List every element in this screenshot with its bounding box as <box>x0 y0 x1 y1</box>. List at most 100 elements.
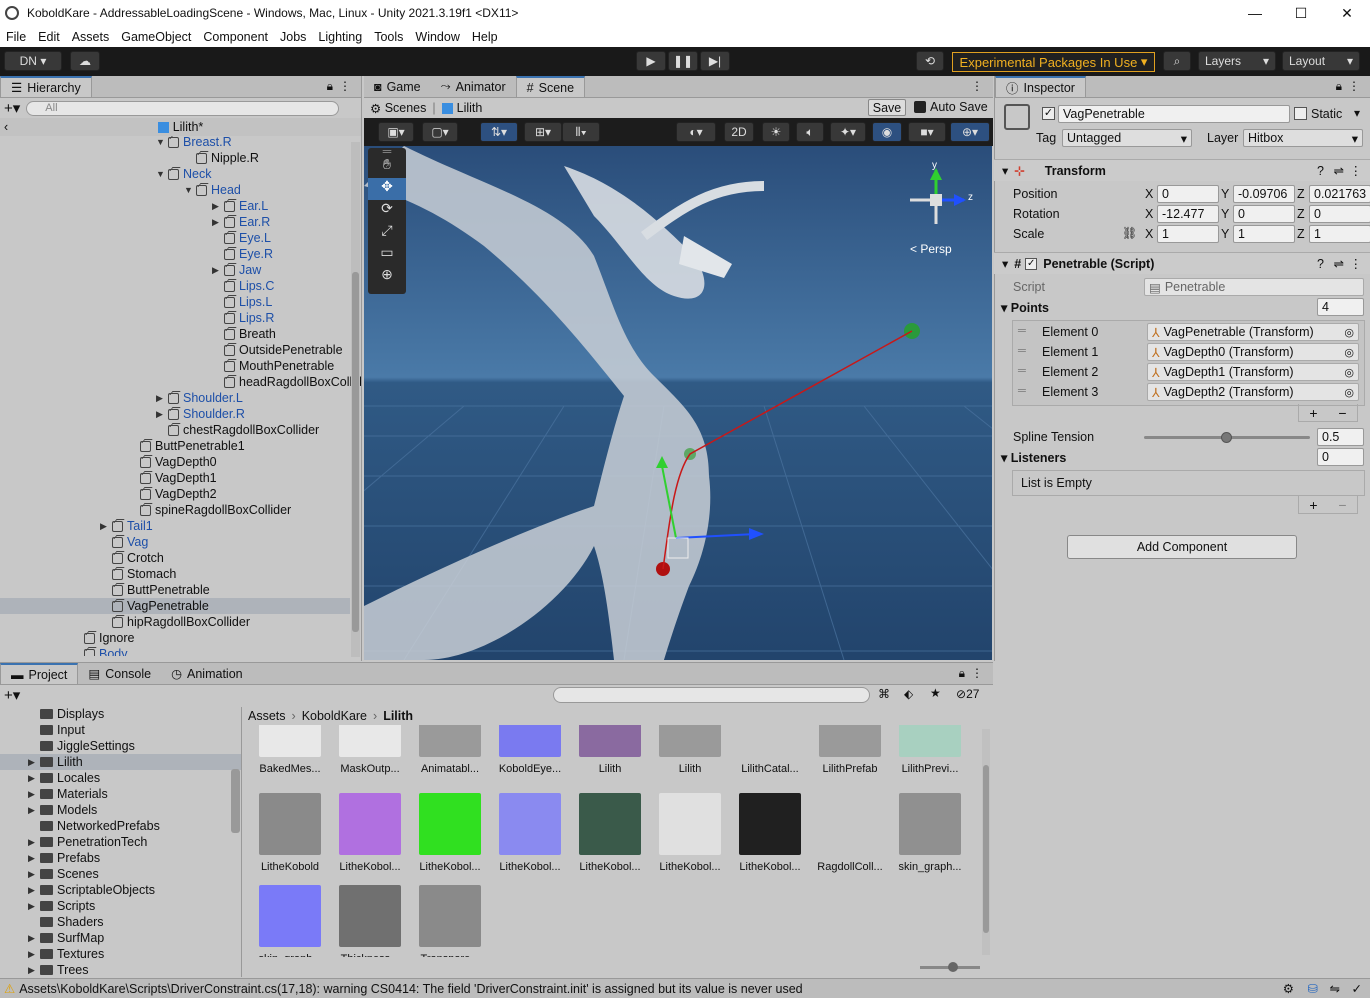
more-icon[interactable]: ⋮ <box>971 666 983 680</box>
script-enabled-checkbox[interactable]: ✓ <box>1025 257 1038 270</box>
project-search-input[interactable] <box>553 687 870 703</box>
rotation-x-input[interactable]: -12.477 <box>1157 205 1219 223</box>
help-icon[interactable]: ? <box>1317 164 1324 178</box>
menu-item-file[interactable]: File <box>0 30 32 44</box>
folder-item[interactable]: ▶ Prefabs <box>28 850 100 866</box>
hierarchy-item[interactable]: Stomach <box>100 566 176 582</box>
object-picker-icon[interactable]: ◎ <box>1344 326 1354 339</box>
rotate-tool-icon[interactable]: ⟳ <box>368 200 406 222</box>
folder-item[interactable]: JiggleSettings <box>28 738 135 754</box>
layer-dropdown[interactable]: Hitbox ▾ <box>1243 129 1363 147</box>
asset-item[interactable]: LilithPrefab <box>810 725 890 775</box>
object-name-input[interactable]: VagPenetrable <box>1058 105 1290 123</box>
rect-tool-icon[interactable]: ▭ <box>368 244 406 266</box>
listeners-foldout[interactable]: ▾ Listeners <box>1001 450 1066 465</box>
element-transform-field[interactable]: ⅄ VagDepth1 (Transform) ◎ <box>1147 363 1359 381</box>
more-icon[interactable]: ⋮ <box>339 79 351 93</box>
increment-snap-icon[interactable]: ⦀▾ <box>562 122 600 142</box>
folder-item[interactable]: ▶ Scripts <box>28 898 95 914</box>
orientation-gizmo[interactable]: y z <box>894 160 974 234</box>
hierarchy-item[interactable]: VagPenetrable <box>100 598 209 614</box>
hierarchy-item[interactable]: ▶ Jaw <box>212 262 261 278</box>
foldout-arrow-icon[interactable]: ▶ <box>156 409 168 420</box>
hierarchy-item[interactable]: spineRagdollBoxCollider <box>128 502 291 518</box>
points-count-input[interactable]: 4 <box>1317 298 1364 316</box>
asset-item[interactable]: Lilith <box>570 725 650 775</box>
breadcrumb-lilith[interactable]: Lilith <box>457 101 483 115</box>
history-icon[interactable]: ⟲ <box>916 51 944 71</box>
visibility-icon[interactable]: ◉ <box>872 122 902 142</box>
folder-item[interactable]: ▶ Scenes <box>28 866 99 882</box>
object-picker-icon[interactable]: ◎ <box>1344 346 1354 359</box>
folder-item[interactable]: ▶ Lilith <box>28 754 83 770</box>
asset-item[interactable]: Thickness... <box>330 885 410 957</box>
hierarchy-item[interactable]: Lips.C <box>212 278 274 294</box>
filter-label-icon[interactable]: ⬖ <box>904 687 913 701</box>
lock-icon[interactable]: 🔒︎ <box>327 79 333 94</box>
transform-tool-icon[interactable]: ⊕ <box>368 266 406 288</box>
menu-item-tools[interactable]: Tools <box>368 30 409 44</box>
hierarchy-item[interactable]: ButtPenetrable <box>100 582 210 598</box>
transform-header[interactable]: ▾ ⊹ Transform ? ⇌ ⋮ <box>994 159 1370 181</box>
save-button[interactable]: Save <box>868 99 906 116</box>
asset-item[interactable]: skin_graph... <box>250 885 330 957</box>
link-icon[interactable]: ⛓ <box>1122 226 1137 240</box>
hierarchy-item[interactable]: ▼ Neck <box>156 166 211 182</box>
pivot-icon[interactable]: ⇅▾ <box>480 122 518 142</box>
add-icon[interactable]: +▾ <box>4 686 20 704</box>
hierarchy-scrollbar[interactable] <box>351 142 360 657</box>
position-z-input[interactable]: 0.021763 <box>1309 185 1370 203</box>
folder-item[interactable]: NetworkedPrefabs <box>28 818 160 834</box>
hierarchy-item[interactable]: Eye.R <box>212 246 273 262</box>
hierarchy-item[interactable]: MouthPenetrable <box>212 358 334 374</box>
asset-item[interactable]: LitheKobol... <box>330 793 410 873</box>
hierarchy-item[interactable]: ▶ Shoulder.L <box>156 390 243 406</box>
breadcrumb-assets[interactable]: Assets <box>248 709 286 723</box>
asset-item[interactable]: skin_graph... <box>890 793 970 873</box>
tab-scene[interactable]: # Scene <box>515 76 586 97</box>
component-menu-icon[interactable]: ⋮ <box>1350 163 1363 178</box>
audio-icon[interactable]: 🔈︎ <box>796 122 824 142</box>
add-listener-icon[interactable]: + <box>1309 497 1317 513</box>
hierarchy-item[interactable]: Lips.L <box>212 294 272 310</box>
search-icon[interactable]: ⌕ <box>1163 51 1191 71</box>
layers-dropdown[interactable]: Layers ▾ <box>1198 51 1276 71</box>
hand-tool-icon[interactable]: ✋︎ <box>368 156 406 178</box>
more-icon[interactable]: ⋮ <box>971 79 983 93</box>
asset-item[interactable]: LitheKobol... <box>490 793 570 873</box>
grid-snap-icon[interactable]: ⊞▾ <box>524 122 562 142</box>
scale-x-input[interactable]: 1 <box>1157 225 1219 243</box>
folder-item[interactable]: Input <box>28 722 85 738</box>
foldout-arrow-icon[interactable]: ▶ <box>28 933 40 944</box>
foldout-arrow-icon[interactable]: ▶ <box>100 521 112 532</box>
tab-console[interactable]: ▤ Console <box>78 663 161 684</box>
shading-mode-icon[interactable]: ◐▾ <box>676 122 716 142</box>
scene-viewport[interactable]: ═ ✋︎ ✥ ⟳ ⤢ ▭ ⊕ y z < Persp <box>364 146 992 660</box>
account-dropdown[interactable]: DN ▾ <box>4 51 62 71</box>
object-picker-icon[interactable]: ◎ <box>1344 366 1354 379</box>
hierarchy-item[interactable]: Eye.L <box>212 230 271 246</box>
element-transform-field[interactable]: ⅄ VagPenetrable (Transform) ◎ <box>1147 323 1359 341</box>
hierarchy-item[interactable]: ▶ Ear.R <box>212 214 270 230</box>
position-x-input[interactable]: 0 <box>1157 185 1219 203</box>
foldout-arrow-icon[interactable]: ▶ <box>28 805 40 816</box>
zoom-slider[interactable] <box>920 962 980 972</box>
menu-item-jobs[interactable]: Jobs <box>274 30 312 44</box>
hierarchy-item[interactable]: Body <box>72 646 128 656</box>
hierarchy-item[interactable]: Nipple.R <box>184 150 259 166</box>
drag-handle-icon[interactable]: ═ <box>1018 325 1026 337</box>
rotation-y-input[interactable]: 0 <box>1233 205 1295 223</box>
asset-item[interactable]: Transpare... <box>410 885 490 957</box>
step-button[interactable]: ▶| <box>700 51 730 71</box>
hierarchy-item[interactable]: ▼ Breast.R <box>156 136 232 150</box>
close-button[interactable]: ✕ <box>1324 0 1370 26</box>
static-checkbox[interactable] <box>1294 107 1307 120</box>
status-message[interactable]: Assets\KoboldKare\Scripts\DriverConstrai… <box>19 982 802 996</box>
asset-item[interactable]: LitheKobol... <box>730 793 810 873</box>
folder-item[interactable]: ▶ SurfMap <box>28 930 104 946</box>
breadcrumb-koboldkare[interactable]: KoboldKare <box>302 709 367 723</box>
component-menu-icon[interactable]: ⋮ <box>1350 256 1363 271</box>
menu-item-gameobject[interactable]: GameObject <box>115 30 197 44</box>
hierarchy-item[interactable]: Vag <box>100 534 148 550</box>
hierarchy-item[interactable]: ButtPenetrable1 <box>128 438 245 454</box>
